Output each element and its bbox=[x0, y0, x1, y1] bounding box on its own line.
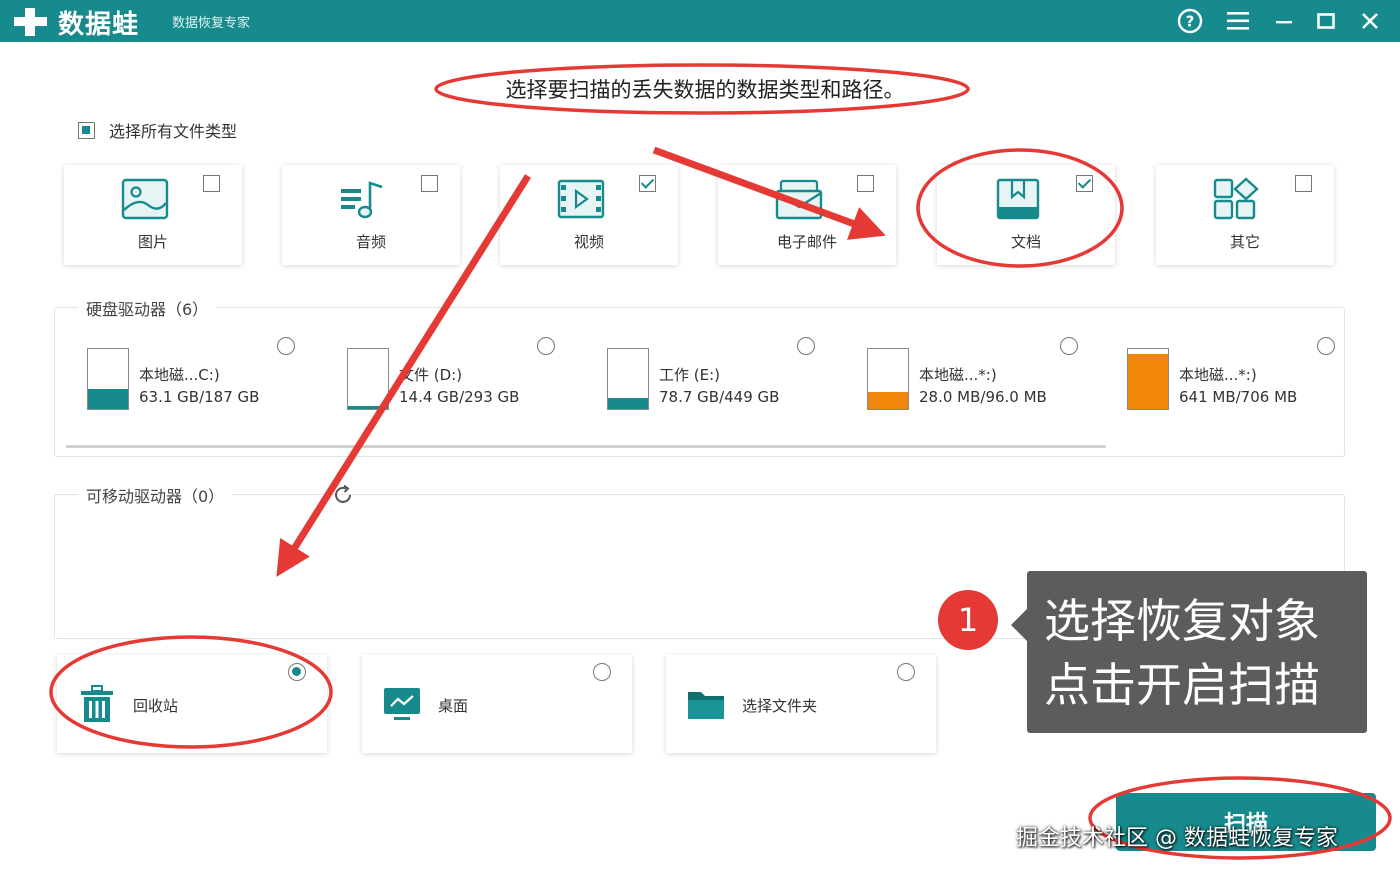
location-label-desktop: 桌面 bbox=[438, 697, 469, 715]
drive-d-name: 文件 (D:) bbox=[399, 366, 463, 384]
drive-local-4-usage-fill bbox=[868, 391, 908, 409]
file-type-label-other: 其它 bbox=[1229, 233, 1260, 251]
desktop-icon bbox=[384, 688, 420, 720]
drive-c-radio[interactable] bbox=[277, 337, 295, 355]
callout-step-number: 1 bbox=[938, 590, 998, 650]
drive-local-4-name: 本地磁...*:) bbox=[919, 366, 997, 384]
drive-local-5-icon bbox=[1127, 348, 1169, 410]
file-type-label-documents: 文档 bbox=[1010, 233, 1041, 251]
drive-d-icon bbox=[347, 348, 389, 410]
file-type-card-audio[interactable]: 音频 bbox=[282, 165, 460, 265]
drive-local-4-icon bbox=[867, 348, 909, 410]
select-all-checkbox[interactable] bbox=[78, 121, 95, 139]
select-all-label: 选择所有文件类型 bbox=[109, 122, 238, 141]
minimize-icon bbox=[1276, 21, 1292, 24]
title-bar: 数据蛙 数据恢复专家 ? bbox=[0, 0, 1400, 42]
drive-e-radio[interactable] bbox=[797, 337, 815, 355]
location-card-desktop[interactable]: 桌面 bbox=[362, 655, 632, 753]
app-subtitle: 数据恢复专家 bbox=[172, 16, 251, 31]
drive-e-size: 78.7 GB/449 GB bbox=[659, 388, 780, 406]
drive-local-5[interactable]: 本地磁...*:) 641 MB/706 MB bbox=[1127, 346, 1367, 416]
location-radio-select-folder[interactable] bbox=[897, 663, 915, 681]
drive-local-5-name: 本地磁...*:) bbox=[1179, 366, 1257, 384]
drive-c-name: 本地磁...C:) bbox=[139, 366, 220, 384]
drive-local-4[interactable]: 本地磁...*:) 28.0 MB/96.0 MB bbox=[867, 346, 1107, 416]
callout-box: 选择恢复对象 点击开启扫描 bbox=[1011, 571, 1367, 733]
drive-d-size: 14.4 GB/293 GB bbox=[399, 388, 520, 406]
svg-text:?: ? bbox=[1186, 13, 1195, 31]
email-icon bbox=[775, 179, 823, 220]
app-name: 数据蛙 bbox=[58, 10, 140, 40]
location-radio-recycle-bin[interactable] bbox=[288, 663, 306, 681]
drive-local-4-radio[interactable] bbox=[1060, 337, 1078, 355]
location-label-select-folder: 选择文件夹 bbox=[742, 697, 818, 715]
file-type-checkbox-audio[interactable] bbox=[421, 175, 438, 192]
file-type-label-audio: 音频 bbox=[355, 233, 386, 251]
file-type-card-other[interactable]: 其它 bbox=[1156, 165, 1334, 265]
music-icon bbox=[341, 181, 383, 219]
folder-icon bbox=[688, 692, 724, 719]
drive-d-usage-fill bbox=[348, 406, 388, 409]
removable-drives-title: 可移动驱动器（0） bbox=[78, 483, 233, 507]
callout-line-2: 点击开启扫描 bbox=[1044, 658, 1320, 712]
drive-local-4-size: 28.0 MB/96.0 MB bbox=[919, 388, 1047, 406]
drive-e-icon bbox=[607, 348, 649, 410]
trash-icon bbox=[81, 685, 113, 722]
document-icon bbox=[996, 178, 1040, 220]
drive-d[interactable]: 文件 (D:) 14.4 GB/293 GB bbox=[347, 346, 587, 416]
file-type-label-images: 图片 bbox=[137, 233, 168, 251]
video-icon bbox=[557, 179, 605, 219]
file-type-checkbox-email[interactable] bbox=[857, 175, 874, 192]
location-card-recycle-bin[interactable]: 回收站 bbox=[57, 655, 327, 753]
refresh-icon[interactable] bbox=[332, 484, 354, 506]
drive-e-name: 工作 (E:) bbox=[659, 366, 721, 384]
file-type-checkbox-video[interactable] bbox=[639, 175, 656, 192]
help-button[interactable]: ? bbox=[1174, 6, 1206, 36]
maximize-button[interactable] bbox=[1310, 6, 1342, 36]
location-radio-desktop[interactable] bbox=[593, 663, 611, 681]
watermark: 掘金技术社区 @ 数据蛙恢复专家 bbox=[1016, 826, 1338, 851]
menu-icon bbox=[1227, 12, 1249, 30]
drive-local-5-radio[interactable] bbox=[1317, 337, 1335, 355]
drive-c-icon bbox=[87, 348, 129, 410]
file-type-card-email[interactable]: 电子邮件 bbox=[718, 165, 896, 265]
drive-local-5-usage-fill bbox=[1128, 354, 1168, 409]
drive-c-size: 63.1 GB/187 GB bbox=[139, 388, 260, 406]
file-type-label-email: 电子邮件 bbox=[776, 233, 837, 251]
page-heading: 选择要扫描的丢失数据的数据类型和路径。 bbox=[505, 78, 905, 102]
file-type-card-images[interactable]: 图片 bbox=[64, 165, 242, 265]
drive-e-usage-fill bbox=[608, 398, 648, 409]
drive-local-5-size: 641 MB/706 MB bbox=[1179, 388, 1298, 406]
file-type-checkbox-images[interactable] bbox=[203, 175, 220, 192]
hard-drives-title: 硬盘驱动器（6） bbox=[78, 296, 217, 320]
apps-icon bbox=[1213, 177, 1259, 220]
file-type-checkbox-documents[interactable] bbox=[1076, 175, 1093, 192]
drive-d-radio[interactable] bbox=[537, 337, 555, 355]
location-label-recycle-bin: 回收站 bbox=[133, 697, 179, 715]
help-icon: ? bbox=[1177, 8, 1203, 34]
close-icon bbox=[1362, 13, 1378, 29]
maximize-icon bbox=[1317, 13, 1335, 29]
menu-button[interactable] bbox=[1222, 6, 1254, 36]
drive-e[interactable]: 工作 (E:) 78.7 GB/449 GB bbox=[607, 346, 847, 416]
callout-line-1: 选择恢复对象 bbox=[1044, 594, 1320, 648]
app-logo-icon bbox=[14, 8, 47, 36]
minimize-button[interactable] bbox=[1268, 6, 1300, 36]
drives-horizontal-scrollbar[interactable] bbox=[66, 445, 1106, 448]
drive-c-usage-fill bbox=[88, 388, 128, 409]
close-button[interactable] bbox=[1354, 6, 1386, 36]
file-type-card-video[interactable]: 视频 bbox=[500, 165, 678, 265]
file-type-checkbox-other[interactable] bbox=[1295, 175, 1312, 192]
select-all-file-types[interactable]: 选择所有文件类型 bbox=[78, 118, 237, 142]
file-type-label-video: 视频 bbox=[573, 233, 604, 251]
location-card-select-folder[interactable]: 选择文件夹 bbox=[666, 655, 936, 753]
file-type-card-documents[interactable]: 文档 bbox=[937, 165, 1115, 265]
image-icon bbox=[121, 178, 169, 220]
drive-c[interactable]: 本地磁...C:) 63.1 GB/187 GB bbox=[87, 346, 327, 416]
